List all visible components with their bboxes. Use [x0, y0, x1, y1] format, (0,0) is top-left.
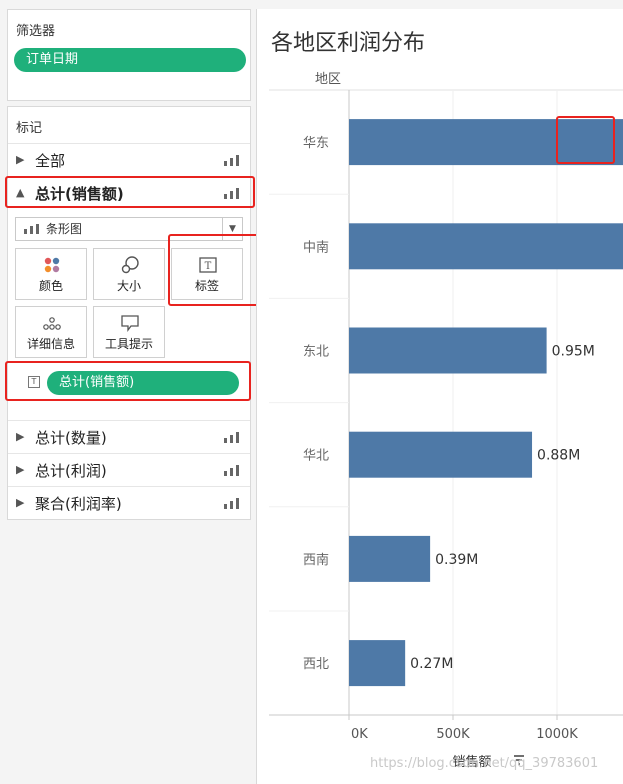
- filter-pill-order-date[interactable]: 订单日期: [14, 48, 246, 72]
- category-label: 华北: [303, 449, 329, 464]
- chevron-right-icon: ▶: [16, 463, 25, 476]
- highlight-box: [5, 176, 255, 208]
- row-header: 地区: [315, 72, 341, 87]
- bar: [349, 223, 623, 270]
- highlight-box: [5, 361, 251, 401]
- x-tick-label: 500K: [436, 727, 470, 742]
- value-label: 0.95M: [552, 344, 595, 360]
- bar-chart-icon: [24, 224, 39, 234]
- color-card-label: 颜色: [38, 279, 63, 293]
- value-label: 0.27M: [410, 656, 453, 672]
- size-card[interactable]: 大小: [93, 248, 165, 300]
- bar: [349, 327, 547, 374]
- size-card-label: 大小: [116, 279, 141, 293]
- marks-row-label: 聚合(利润率): [35, 495, 122, 513]
- marks-title: 标记: [16, 121, 43, 136]
- x-tick-label: 0K: [351, 727, 368, 742]
- marks-row-label: 全部: [35, 152, 66, 170]
- bar-chart-icon: [224, 431, 240, 443]
- bar: [349, 640, 406, 687]
- chevron-right-icon: ▶: [16, 496, 25, 509]
- marks-row-label: 总计(利润): [35, 462, 107, 480]
- category-label: 中南: [303, 239, 329, 255]
- category-label: 东北: [303, 345, 329, 360]
- bar: [349, 431, 533, 478]
- value-label: 0.88M: [537, 448, 580, 464]
- tooltip-bubble-icon: [121, 315, 139, 332]
- detail-card-label: 详细信息: [26, 337, 75, 351]
- bar-chart-icon: [224, 497, 240, 509]
- category-label: 华东: [303, 136, 329, 151]
- marks-panel: 标记 ▶ 全部 ▲ 总计(销售额) 条形图 ▼ 颜色 大小 T 标签 详细信息 …: [7, 106, 251, 520]
- filters-panel: 筛选器 订单日期: [7, 9, 251, 101]
- marks-row-sum-quantity[interactable]: ▶ 总计(数量): [8, 420, 250, 453]
- chevron-right-icon: ▶: [16, 430, 25, 443]
- tooltip-card-label: 工具提示: [104, 337, 153, 351]
- marks-row-all[interactable]: ▶ 全部: [8, 143, 250, 176]
- x-tick-label: 1000K: [536, 727, 578, 742]
- detail-dots-icon: [43, 317, 61, 330]
- bar: [349, 535, 431, 582]
- size-circles-icon: [121, 256, 139, 274]
- marks-row-sum-profit[interactable]: ▶ 总计(利润): [8, 453, 250, 486]
- watermark: https://blog.csdn.net/qq_39783601: [370, 756, 599, 771]
- bar-chart-icon: [224, 154, 240, 166]
- color-card[interactable]: 颜色: [15, 248, 87, 300]
- tooltip-card[interactable]: 工具提示: [93, 306, 165, 358]
- category-label: 西北: [303, 657, 329, 672]
- marks-row-label: 总计(数量): [35, 429, 107, 447]
- color-dots-icon: [44, 257, 60, 273]
- filters-title: 筛选器: [16, 24, 56, 39]
- mark-type-value: 条形图: [46, 222, 83, 236]
- value-label: 0.39M: [435, 552, 478, 568]
- marks-row-agg-profit-rate[interactable]: ▶ 聚合(利润率): [8, 486, 250, 519]
- bar-chart-icon: [224, 464, 240, 476]
- category-label: 西南: [303, 552, 329, 568]
- detail-card[interactable]: 详细信息: [15, 306, 87, 358]
- chevron-right-icon: ▶: [16, 153, 25, 166]
- highlight-box: [556, 116, 615, 164]
